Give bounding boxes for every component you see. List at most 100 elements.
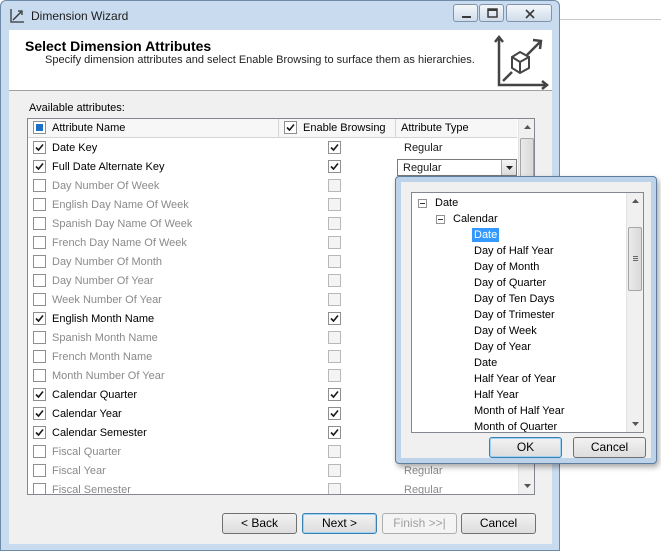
tree-item[interactable]: Day of Trimester: [412, 307, 624, 323]
select-attribute-checkbox[interactable]: [33, 198, 46, 211]
select-attribute-checkbox[interactable]: [33, 445, 46, 458]
finish-button[interactable]: Finish >>|: [382, 513, 457, 534]
attribute-type-tree[interactable]: Date Calendar Date Day of Half Year Day of M…: [411, 192, 644, 433]
chevron-down-icon[interactable]: [501, 160, 516, 175]
title-bar[interactable]: Dimension Wizard: [1, 1, 559, 30]
select-attribute-checkbox[interactable]: [33, 160, 46, 173]
select-attribute-checkbox[interactable]: [33, 255, 46, 268]
tree-item[interactable]: Date: [412, 227, 624, 243]
enable-browsing-checkbox[interactable]: [328, 388, 341, 401]
attribute-name: French Month Name: [52, 351, 153, 363]
enable-browsing-checkbox[interactable]: [328, 217, 341, 230]
select-attribute-checkbox[interactable]: [33, 407, 46, 420]
select-all-checkbox[interactable]: [33, 121, 46, 134]
table-row[interactable]: Full Date Alternate Key Regular: [28, 158, 517, 177]
enable-browsing-all-checkbox[interactable]: [284, 121, 297, 134]
attribute-name: Spanish Day Name Of Week: [52, 218, 193, 230]
select-attribute-checkbox[interactable]: [33, 350, 46, 363]
attribute-type[interactable]: Regular: [404, 484, 443, 494]
tree-item-label: Day of Ten Days: [474, 293, 555, 305]
enable-browsing-checkbox[interactable]: [328, 179, 341, 192]
tree-scroll-down-icon[interactable]: [627, 415, 644, 432]
select-attribute-checkbox[interactable]: [33, 331, 46, 344]
select-attribute-checkbox[interactable]: [33, 217, 46, 230]
tree-scroll-up-icon[interactable]: [627, 193, 644, 210]
enable-browsing-checkbox[interactable]: [328, 350, 341, 363]
enable-browsing-checkbox[interactable]: [328, 483, 341, 494]
select-attribute-checkbox[interactable]: [33, 312, 46, 325]
next-button[interactable]: Next >: [302, 513, 377, 534]
enable-browsing-checkbox[interactable]: [328, 141, 341, 154]
cancel-button[interactable]: Cancel: [461, 513, 536, 534]
enable-browsing-checkbox[interactable]: [328, 274, 341, 287]
enable-browsing-checkbox[interactable]: [328, 331, 341, 344]
tree-item[interactable]: Day of Year: [412, 339, 624, 355]
select-attribute-checkbox[interactable]: [33, 293, 46, 306]
tree-item[interactable]: Calendar: [412, 211, 624, 227]
scroll-down-arrow-icon[interactable]: [519, 477, 534, 494]
popup-ok-button[interactable]: OK: [489, 437, 562, 458]
attribute-type[interactable]: Regular: [404, 465, 443, 477]
select-attribute-checkbox[interactable]: [33, 141, 46, 154]
table-row[interactable]: Fiscal Year Regular: [28, 462, 517, 481]
tree-vertical-scrollbar[interactable]: [626, 193, 643, 432]
select-attribute-checkbox[interactable]: [33, 274, 46, 287]
maximize-button[interactable]: [479, 4, 504, 22]
enable-browsing-checkbox[interactable]: [328, 369, 341, 382]
tree-item-label: Month of Quarter: [474, 421, 558, 433]
tree-item-label: Date: [472, 228, 500, 242]
column-divider[interactable]: [278, 119, 279, 138]
table-row[interactable]: Date Key Regular: [28, 139, 517, 158]
minimize-button[interactable]: [453, 4, 478, 22]
tree-item[interactable]: Date: [412, 355, 624, 371]
popup-content: Date Calendar Date Day of Half Year Day of M…: [401, 182, 651, 458]
enable-browsing-checkbox[interactable]: [328, 255, 341, 268]
attribute-name: Full Date Alternate Key: [52, 161, 165, 173]
collapse-icon[interactable]: [418, 199, 427, 208]
collapse-icon[interactable]: [436, 215, 445, 224]
enable-browsing-checkbox[interactable]: [328, 464, 341, 477]
attribute-name: Fiscal Semester: [52, 484, 131, 495]
tree-item[interactable]: Day of Week: [412, 323, 624, 339]
enable-browsing-checkbox[interactable]: [328, 160, 341, 173]
table-row[interactable]: Fiscal Semester Regular: [28, 481, 517, 495]
tree-item[interactable]: Day of Half Year: [412, 243, 624, 259]
select-attribute-checkbox[interactable]: [33, 236, 46, 249]
select-attribute-checkbox[interactable]: [33, 179, 46, 192]
enable-browsing-checkbox[interactable]: [328, 426, 341, 439]
tree-item[interactable]: Month of Half Year: [412, 403, 624, 419]
enable-browsing-checkbox[interactable]: [328, 407, 341, 420]
close-button[interactable]: [506, 4, 552, 22]
tree-scroll-thumb[interactable]: [628, 227, 642, 291]
attribute-type[interactable]: Regular: [404, 142, 443, 154]
tree-item[interactable]: Date: [412, 195, 624, 211]
select-attribute-checkbox[interactable]: [33, 426, 46, 439]
column-header-attribute-type: Attribute Type: [401, 122, 469, 134]
select-attribute-checkbox[interactable]: [33, 483, 46, 494]
popup-cancel-button[interactable]: Cancel: [573, 437, 646, 458]
tree-item-label: Date: [435, 197, 459, 209]
select-attribute-checkbox[interactable]: [33, 464, 46, 477]
tree-item-label: Day of Week: [474, 325, 537, 337]
tree-item[interactable]: Half Year: [412, 387, 624, 403]
select-attribute-checkbox[interactable]: [33, 369, 46, 382]
column-divider[interactable]: [395, 119, 396, 138]
attribute-name: French Day Name Of Week: [52, 237, 187, 249]
enable-browsing-checkbox[interactable]: [328, 312, 341, 325]
enable-browsing-checkbox[interactable]: [328, 236, 341, 249]
tree-item[interactable]: Day of Month: [412, 259, 624, 275]
tree-item[interactable]: Half Year of Year: [412, 371, 624, 387]
tree-item[interactable]: Day of Ten Days: [412, 291, 624, 307]
enable-browsing-checkbox[interactable]: [328, 198, 341, 211]
enable-browsing-checkbox[interactable]: [328, 293, 341, 306]
attribute-name: Day Number Of Week: [52, 180, 160, 192]
back-button[interactable]: < Back: [222, 513, 297, 534]
dimension-cube-icon: [491, 33, 550, 94]
attribute-type-dropdown[interactable]: Regular: [397, 159, 517, 176]
scroll-up-arrow-icon[interactable]: [519, 119, 534, 136]
enable-browsing-checkbox[interactable]: [328, 445, 341, 458]
tree-item[interactable]: Month of Quarter: [412, 419, 624, 433]
tree-item-label: Day of Trimester: [474, 309, 555, 321]
select-attribute-checkbox[interactable]: [33, 388, 46, 401]
tree-item[interactable]: Day of Quarter: [412, 275, 624, 291]
